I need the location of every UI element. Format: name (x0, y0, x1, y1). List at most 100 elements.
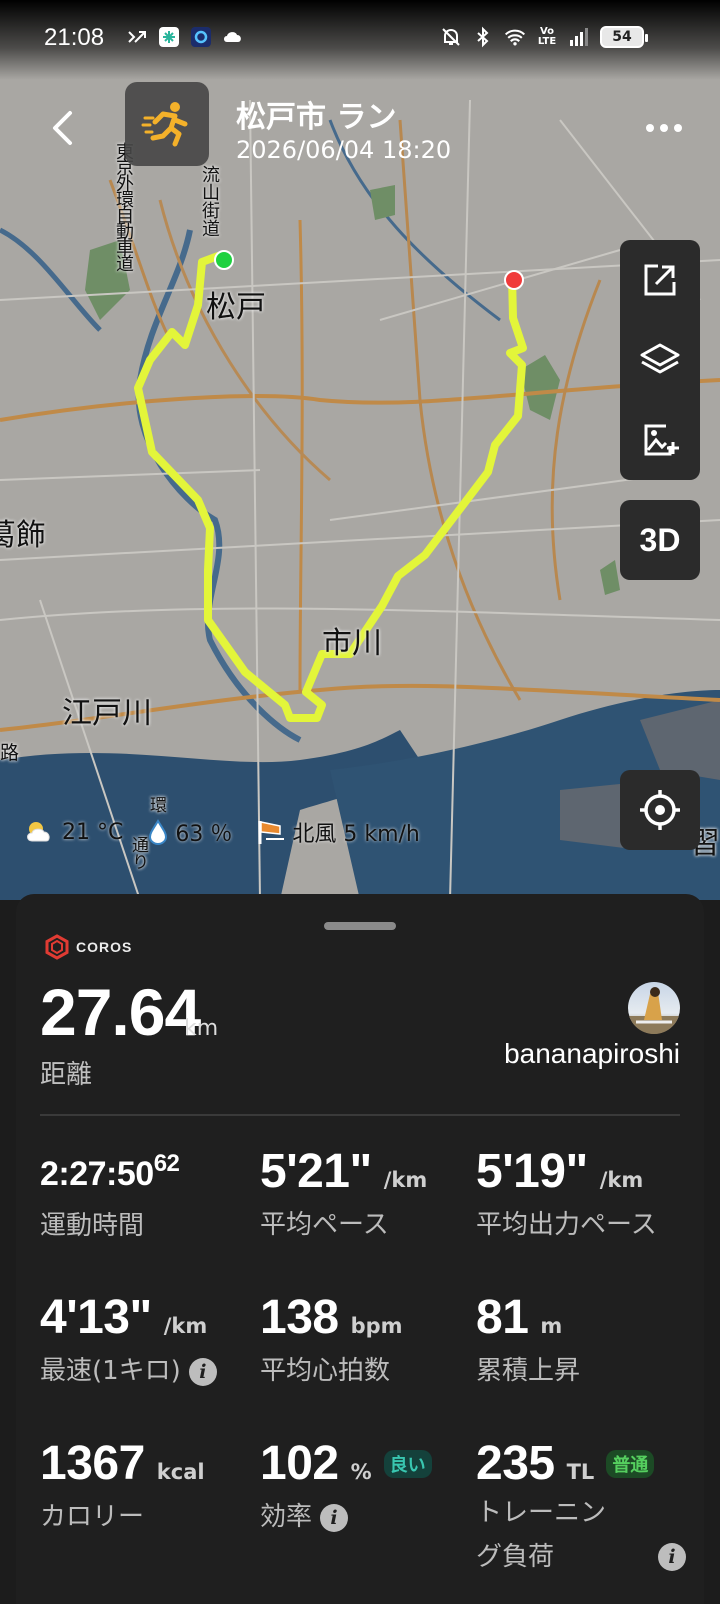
back-arrow-icon (53, 111, 72, 145)
metric-efficiency-label-row: 効率 i (260, 1497, 475, 1539)
map-label-ro: 路 (0, 742, 20, 764)
activity-datetime: 2026/06/04 18:20 (236, 136, 452, 164)
metric-calories-label: カロリー (40, 1502, 145, 1532)
mute-icon (440, 26, 462, 48)
metric-training-load-label-line1: トレーニン (476, 1498, 607, 1528)
metric-elevation-gain-value: 81 (476, 1291, 529, 1344)
layers-icon (640, 343, 680, 374)
activity-summary-panel[interactable]: COROS 27.64 km 距離 bananapiroshi 2:27:506… (16, 894, 704, 1604)
volte-bottom: LTE (537, 36, 557, 47)
metric-avg-power-pace: 5'19" /km 平均出力ペース (476, 1144, 691, 1247)
route-start-marker (214, 250, 234, 270)
info-icon[interactable]: i (658, 1543, 686, 1571)
distance-value: 27.64 (40, 975, 201, 1049)
map-label-edogawa: 江戸川 (62, 696, 152, 731)
avatar-image (628, 987, 680, 1034)
info-icon[interactable]: i (320, 1503, 349, 1532)
metric-training-load-value: 235 (476, 1437, 555, 1490)
metric-avg-power-pace-value: 5'19" (476, 1145, 588, 1198)
metric-elevation-gain-unit: m (540, 1314, 563, 1338)
metric-calories: 1367 kcal カロリー (40, 1436, 255, 1539)
activity-title: 松戸市 ラン (236, 100, 397, 135)
training-load-badge: 普通 (606, 1449, 655, 1478)
call-icon (126, 26, 148, 48)
metric-fastest-km-unit: /km (163, 1314, 208, 1338)
metric-avg-pace-value: 5'21" (260, 1145, 372, 1198)
metric-calories-unit: kcal (156, 1460, 205, 1484)
metric-duration-label: 運動時間 (40, 1211, 145, 1241)
wind-flag-icon (258, 821, 285, 844)
share-icon (644, 264, 676, 296)
volte-icon: Vo LTE (536, 26, 558, 48)
avatar[interactable] (628, 982, 680, 1034)
add-image-button[interactable] (620, 400, 700, 480)
more-options-button[interactable] (640, 104, 688, 152)
metric-elevation-gain-label: 累積上昇 (476, 1356, 581, 1386)
crosshair-icon (640, 790, 680, 830)
map-label-matsudo: 松戸 (206, 290, 266, 325)
running-person-icon (125, 82, 209, 166)
metric-avg-power-pace-unit: /km (599, 1168, 644, 1192)
coros-logo-icon (45, 934, 69, 960)
humidity-drop-icon (149, 819, 168, 845)
signal-icon (568, 26, 590, 48)
metric-avg-heart-rate-value: 138 (260, 1291, 339, 1344)
duration-main: 2:27:50 (40, 1155, 154, 1193)
metric-elevation-gain: 81 m 累積上昇 (476, 1290, 691, 1393)
more-dots-icon (646, 124, 682, 132)
metric-avg-pace-unit: /km (383, 1168, 428, 1192)
info-icon[interactable]: i (188, 1357, 217, 1386)
efficiency-badge: 良い (383, 1449, 432, 1478)
divider (40, 1114, 680, 1116)
duration-centis: 62 (153, 1150, 180, 1177)
metric-avg-heart-rate-label: 平均心拍数 (260, 1356, 391, 1386)
brand-logo: COROS (44, 934, 132, 960)
metric-efficiency-value: 102 (260, 1437, 339, 1490)
metric-training-load-label-row2: グ負荷 i (476, 1535, 686, 1579)
metric-fastest-km: 4'13" /km 最速(1キロ) i (40, 1290, 255, 1393)
locate-container (620, 770, 700, 850)
metric-efficiency: 102 % 良い 効率 i (260, 1436, 475, 1539)
add-image-icon (644, 424, 679, 456)
metric-avg-heart-rate: 138 bpm 平均心拍数 (260, 1290, 475, 1393)
metric-duration-value: 2:27:5062 (40, 1150, 180, 1194)
metric-avg-pace-label: 平均ペース (260, 1210, 389, 1240)
status-bar: 21:08 Vo LTE 54 (0, 0, 720, 80)
3d-toggle-button[interactable]: 3D (620, 500, 700, 580)
weather-temp: 21 °C (62, 819, 124, 845)
metric-training-load-label: トレーニン グ負荷 i (476, 1491, 686, 1579)
map-label-katsushika: 葛飾 (0, 518, 46, 553)
battery-indicator: 54 (600, 26, 648, 48)
3d-toggle-container: 3D (620, 500, 700, 580)
route-map[interactable]: 松戸 市川 江戸川 葛飾 習 路 東京外環自動車道 流山街道 環 通り 21:0… (0, 0, 720, 900)
map-label-ichikawa: 市川 (322, 626, 382, 661)
map-label-nagareyama: 流山街道 (199, 165, 220, 237)
weather-wind: 北風 5 km/h (292, 822, 420, 847)
distance-label: 距離 (40, 1060, 93, 1090)
metric-fastest-km-label: 最速(1キロ) (40, 1356, 181, 1386)
partly-cloudy-icon (27, 822, 50, 842)
metric-training-load-unit: TL (566, 1460, 595, 1484)
locate-button[interactable] (620, 770, 700, 850)
weather-humidity: 63 ％ (175, 822, 233, 847)
metric-fastest-km-value: 4'13" (40, 1291, 152, 1344)
cloud-icon (222, 26, 244, 48)
metric-training-load: 235 TL 普通 トレーニン グ負荷 i (476, 1436, 686, 1579)
weather-bar: 21 °C 63 ％ 北風 5 km/h (24, 816, 438, 848)
back-button[interactable] (40, 100, 84, 156)
username[interactable]: bananapiroshi (504, 1038, 680, 1070)
metric-calories-value: 1367 (40, 1437, 145, 1490)
metric-avg-power-pace-label: 平均出力ペース (476, 1210, 657, 1240)
metric-training-load-label-line2: グ負荷 (476, 1542, 555, 1572)
bluetooth-icon (472, 26, 494, 48)
layers-button[interactable] (620, 320, 700, 400)
metric-efficiency-label: 効率 (260, 1502, 313, 1532)
drag-handle[interactable] (324, 922, 396, 930)
wifi-icon (504, 26, 526, 48)
route-end-marker (504, 270, 524, 290)
metric-avg-heart-rate-unit: bpm (350, 1314, 403, 1338)
share-button[interactable] (620, 240, 700, 320)
brand-name: COROS (76, 939, 133, 955)
map-label-kan: 環 (146, 796, 166, 813)
map-toolbar (620, 240, 700, 480)
